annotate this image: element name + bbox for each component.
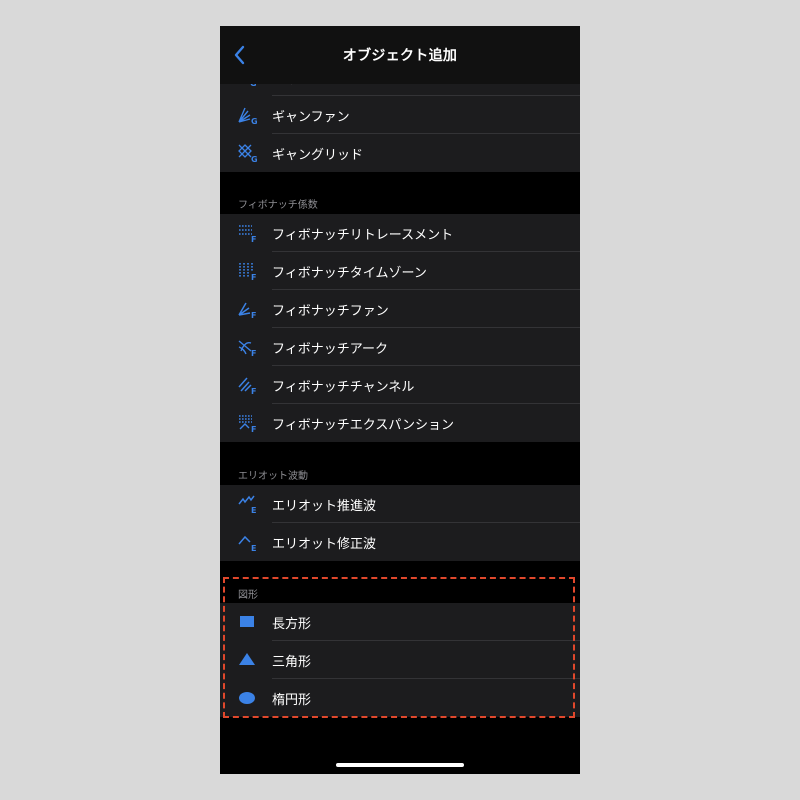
- list-item-label: フィボナッチファン: [272, 304, 389, 319]
- svg-text:G: G: [251, 117, 258, 125]
- svg-text:E: E: [251, 544, 256, 552]
- list-item-label: フィボナッチエクスパンション: [272, 418, 455, 433]
- list-item-fibonacci-channel[interactable]: F フィボナッチチャンネル: [220, 366, 580, 404]
- fibonacci-channel-icon: F: [237, 375, 259, 395]
- fibonacci-timezone-icon: F: [237, 261, 259, 281]
- list-item-fibonacci-arc[interactable]: F フィボナッチアーク: [220, 328, 580, 366]
- list-item-label: フィボナッチリトレースメント: [272, 228, 454, 243]
- section-header-elliott: エリオット波動: [238, 471, 308, 482]
- list-item-label: 三角形: [272, 655, 312, 670]
- svg-text:F: F: [251, 273, 256, 281]
- list-item-fibonacci-expansion[interactable]: F フィボナッチエクスパンション: [220, 404, 580, 442]
- list-item-fibonacci-retracement[interactable]: F フィボナッチリトレースメント: [220, 214, 580, 252]
- page-title: オブジェクト追加: [342, 48, 458, 64]
- section-header-fibonacci: フィボナッチ係数: [238, 200, 318, 211]
- list-item-label: エリオット修正波: [272, 537, 377, 552]
- list-item-ellipse[interactable]: 楕円形: [220, 679, 580, 717]
- list-item-gann-fan[interactable]: G ギャンファン: [220, 96, 580, 134]
- list-item-elliott-correction[interactable]: E エリオット修正波: [220, 523, 580, 561]
- list-item-label: フィボナッチタイムゾーン: [272, 266, 427, 281]
- svg-text:F: F: [251, 311, 256, 319]
- gann-grid-icon: G: [237, 143, 259, 163]
- list-item-label: ギャンファン: [272, 110, 350, 125]
- list-item-label: 長方形: [272, 617, 312, 632]
- list-item-label: 楕円形: [272, 693, 312, 708]
- ellipse-icon: [237, 688, 259, 708]
- fibonacci-expansion-icon: F: [237, 413, 259, 433]
- svg-text:E: E: [251, 506, 256, 514]
- svg-text:F: F: [251, 387, 256, 395]
- navigation-bar: オブジェクト追加: [220, 26, 580, 84]
- fibonacci-retracement-icon: F: [237, 223, 259, 243]
- list-item-label: フィボナッチチャンネル: [272, 380, 415, 395]
- svg-text:F: F: [251, 235, 256, 243]
- elliott-group: E エリオット推進波 E エリオット修正波: [220, 485, 580, 561]
- list-item-rectangle[interactable]: 長方形: [220, 603, 580, 641]
- fibonacci-group: F フィボナッチリトレースメント F フィボナッチタイムゾーン F フィボナッチ…: [220, 214, 580, 442]
- home-indicator[interactable]: [336, 763, 464, 767]
- list-item-gann-grid[interactable]: G ギャングリッド: [220, 134, 580, 172]
- svg-text:F: F: [251, 349, 256, 357]
- fibonacci-fan-icon: F: [237, 299, 259, 319]
- list-item-fibonacci-timezone[interactable]: F フィボナッチタイムゾーン: [220, 252, 580, 290]
- rectangle-icon: [237, 612, 259, 632]
- fibonacci-arc-icon: F: [237, 337, 259, 357]
- elliott-impulse-wave-icon: E: [237, 494, 259, 514]
- triangle-icon: [237, 650, 259, 670]
- gann-fan-icon: G: [237, 105, 259, 125]
- list-item-elliott-impulse[interactable]: E エリオット推進波: [220, 485, 580, 523]
- svg-text:F: F: [251, 425, 256, 433]
- list-item-label: エリオット推進波: [272, 499, 377, 514]
- svg-text:G: G: [251, 155, 258, 163]
- list-item-triangle[interactable]: 三角形: [220, 641, 580, 679]
- list-item-label: ギャングリッド: [272, 148, 364, 163]
- elliott-correction-wave-icon: E: [237, 532, 259, 552]
- section-header-shapes: 図形: [238, 590, 258, 601]
- list-item-fibonacci-fan[interactable]: F フィボナッチファン: [220, 290, 580, 328]
- list-item-label: フィボナッチアーク: [272, 342, 388, 357]
- shapes-group: 長方形 三角形 楕円形: [220, 603, 580, 717]
- app-screen: オブジェクト追加 G ギャンライン G ギャンファン G: [220, 26, 580, 774]
